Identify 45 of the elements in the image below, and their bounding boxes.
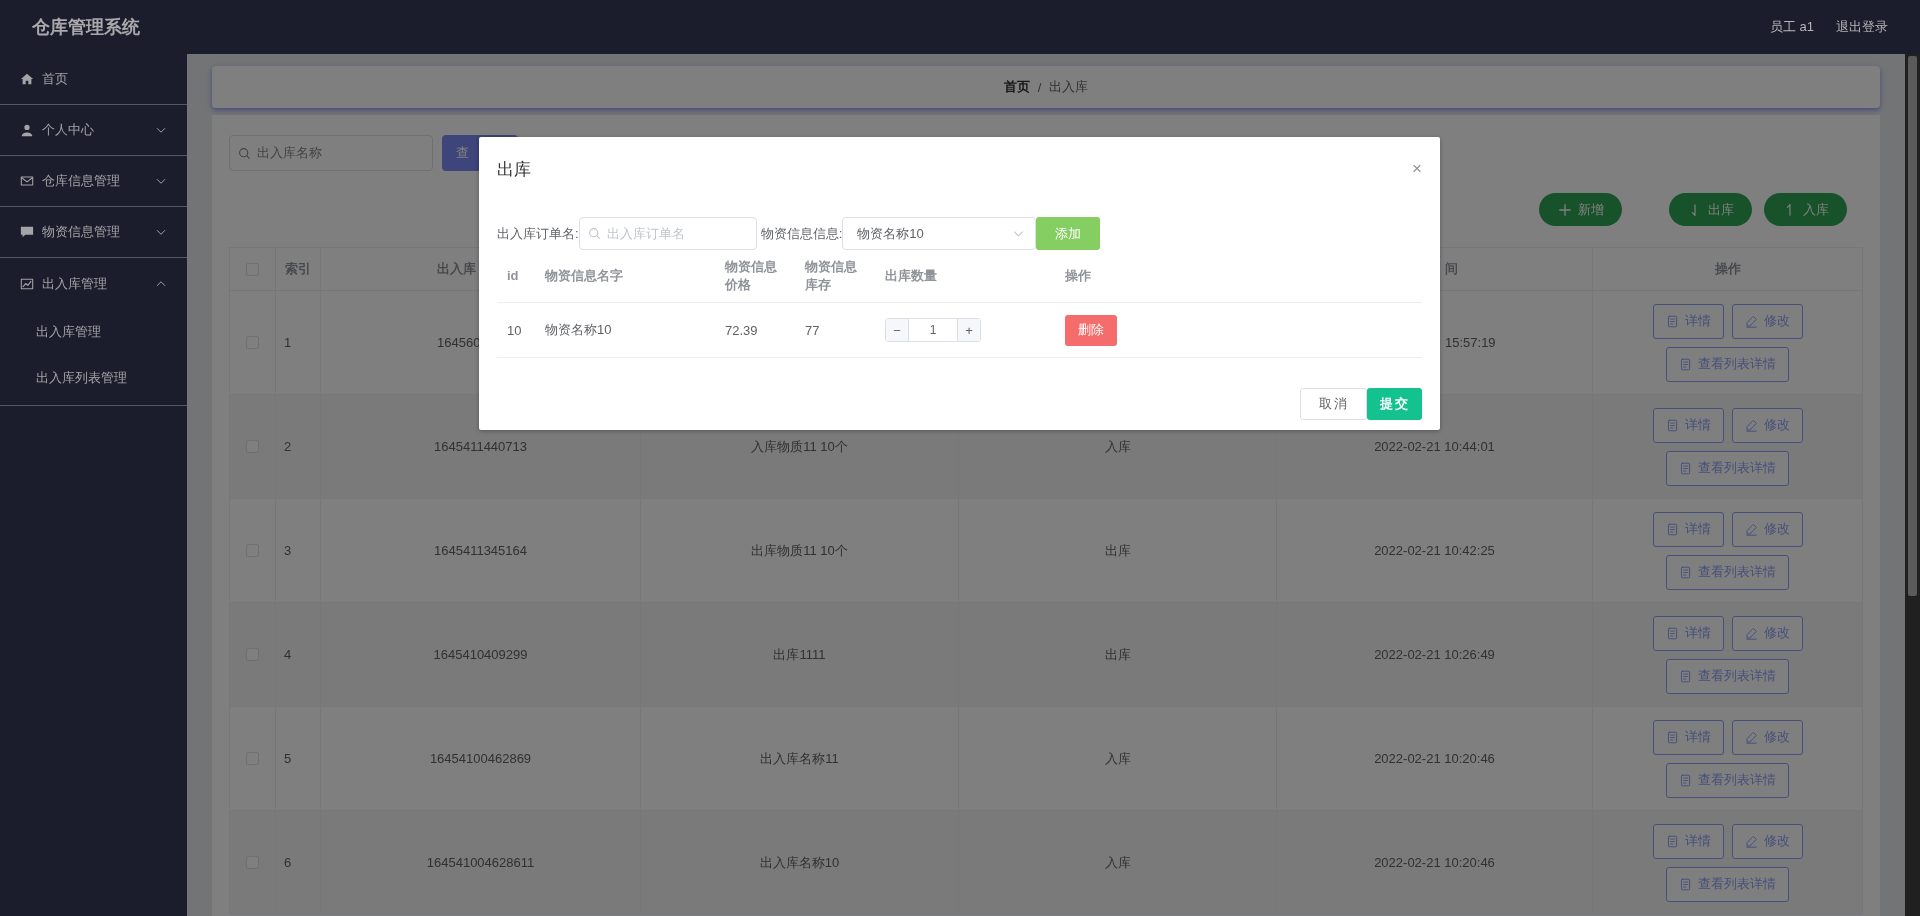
table-cell: 2022-02-21 10:44:01 — [1374, 439, 1495, 454]
table-cell: 5 — [284, 751, 292, 766]
table-cell: 1645411440713 — [434, 439, 527, 454]
table-cell: 6 — [284, 855, 292, 870]
table-cell: 入库 — [1104, 437, 1131, 456]
column-header: 物资信息价格 — [725, 257, 778, 294]
table-cell: 10 — [507, 322, 522, 338]
table-cell: 4 — [284, 647, 292, 662]
table-cell: 入库 — [1104, 749, 1131, 768]
table-cell: 2022-02-21 10:20:46 — [1374, 751, 1495, 766]
breadcrumb-current: 出入库 — [1049, 78, 1089, 96]
table-cell: 出库1111 — [773, 645, 826, 664]
user-name: 员工 a1 — [1769, 18, 1814, 36]
column-header: 物资信息名字 — [545, 266, 623, 285]
table-cell: 1645410409299 — [433, 647, 528, 662]
table-cell: 16454100462869 — [429, 751, 532, 766]
table-cell: 1 — [284, 335, 292, 350]
table-cell: 出库 — [1104, 645, 1131, 664]
table-cell: 出库 — [1104, 541, 1131, 560]
table-cell: 164560 — [437, 335, 481, 350]
table-cell: 72.39 — [725, 322, 758, 338]
field-label: 物资信息信息: — [760, 224, 843, 243]
table-cell: 物资名称10 — [545, 321, 612, 339]
table-cell: 出入库名称10 — [759, 853, 840, 872]
table-cell: 2022-02-21 10:20:46 — [1374, 855, 1495, 870]
table-cell: 15:57:19 — [1445, 335, 1496, 350]
column-header: 操作 — [1065, 266, 1091, 285]
column-header: id — [507, 266, 519, 285]
table-cell: 2022-02-21 10:26:49 — [1374, 647, 1495, 662]
table-cell: 2 — [284, 439, 292, 454]
column-header: 物资信息库存 — [805, 257, 858, 294]
table-cell: 出入库名称11 — [760, 749, 839, 768]
column-header: 出库数量 — [885, 266, 937, 285]
table-cell: 164541004628611 — [426, 855, 535, 870]
table-cell: 77 — [805, 322, 820, 338]
table-cell: 入库物质11 10个 — [751, 437, 848, 456]
table-cell: 3 — [284, 543, 292, 558]
breadcrumb-separator: / — [1037, 79, 1042, 95]
table-cell: 2022-02-21 10:42:25 — [1374, 543, 1495, 558]
app-title: 仓库管理系统 — [32, 16, 141, 39]
dialog-title: 出库 — [497, 158, 531, 181]
table-cell: 出库物质11 10个 — [751, 541, 848, 560]
table-cell: 1645411345164 — [434, 543, 527, 558]
table-cell: 入库 — [1104, 853, 1131, 872]
field-label: 出入库订单名: — [497, 224, 579, 243]
